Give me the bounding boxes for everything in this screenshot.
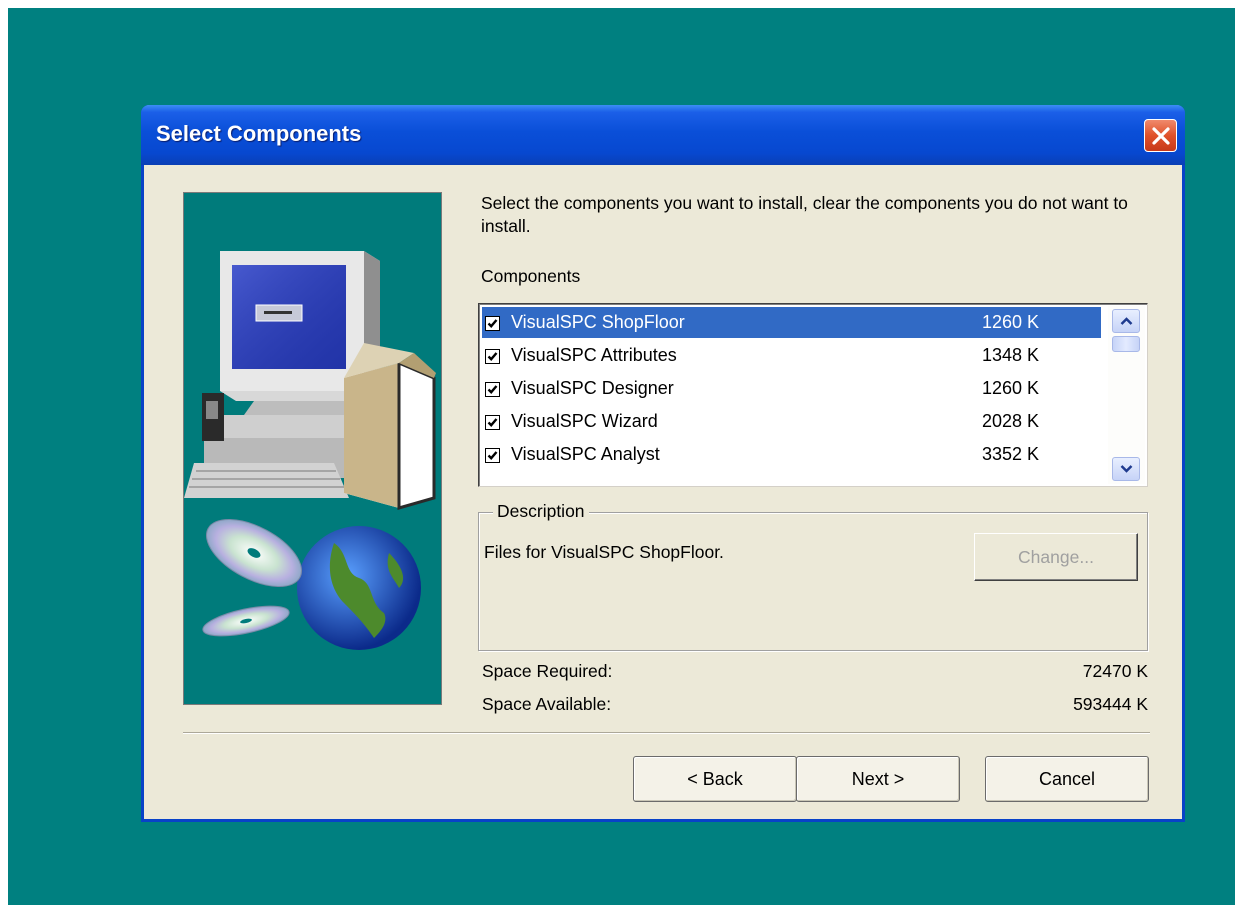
checkbox-check-icon — [487, 319, 498, 328]
close-icon — [1152, 127, 1170, 145]
checkbox-check-icon — [487, 385, 498, 394]
back-button[interactable]: < Back — [633, 756, 797, 802]
component-size: 1260 K — [982, 312, 1040, 332]
component-name: VisualSPC Wizard — [511, 411, 658, 431]
title-bar[interactable]: Select Components — [141, 105, 1185, 165]
description-label: Description — [493, 501, 589, 522]
next-button[interactable]: Next > — [796, 756, 960, 802]
components-label: Components — [481, 266, 581, 286]
component-name: VisualSPC Attributes — [511, 345, 677, 365]
scroll-down-button[interactable] — [1112, 457, 1140, 481]
change-button[interactable]: Change... — [974, 533, 1138, 581]
component-checkbox[interactable] — [485, 448, 500, 463]
installer-illustration — [183, 192, 442, 705]
component-name: VisualSPC Analyst — [511, 444, 660, 464]
component-row[interactable]: VisualSPC Attributes 1348 K — [482, 340, 1101, 373]
component-name: VisualSPC ShopFloor — [511, 312, 685, 332]
cancel-button[interactable]: Cancel — [985, 756, 1149, 802]
component-size: 1348 K — [982, 345, 1040, 365]
component-row[interactable]: VisualSPC Designer 1260 K — [482, 373, 1101, 406]
instructions-text: Select the components you want to instal… — [481, 193, 1128, 236]
component-size: 2028 K — [982, 411, 1040, 431]
component-size: 3352 K — [982, 444, 1040, 464]
scroll-thumb[interactable] — [1112, 336, 1140, 352]
component-checkbox[interactable] — [485, 415, 500, 430]
checkbox-check-icon — [487, 451, 498, 460]
desktop: Select Components Select the components … — [8, 8, 1235, 905]
component-checkbox[interactable] — [485, 316, 500, 331]
close-button[interactable] — [1144, 119, 1177, 152]
checkbox-check-icon — [487, 418, 498, 427]
component-row[interactable]: VisualSPC Analyst 3352 K — [482, 439, 1101, 472]
description-text: Files for VisualSPC ShopFloor. — [484, 542, 724, 562]
space-required-label: Space Required: — [482, 661, 613, 681]
component-name: VisualSPC Designer — [511, 378, 674, 398]
vertical-scrollbar[interactable] — [1108, 306, 1145, 484]
scroll-up-icon — [1120, 317, 1133, 325]
software-box-illustration — [344, 343, 436, 510]
space-required-value: 72470 K — [1082, 661, 1148, 681]
components-listbox[interactable]: VisualSPC ShopFloor 1260 K VisualSPC Attri… — [478, 303, 1148, 487]
component-size: 1260 K — [982, 378, 1040, 398]
component-checkbox[interactable] — [485, 382, 500, 397]
space-available-label: Space Available: — [482, 694, 612, 714]
space-available-value: 593444 K — [1073, 694, 1148, 714]
scroll-down-icon — [1120, 465, 1133, 473]
checkbox-check-icon — [487, 352, 498, 361]
window-title: Select Components — [156, 121, 362, 146]
component-row[interactable]: VisualSPC ShopFloor 1260 K — [482, 307, 1101, 340]
component-row[interactable]: VisualSPC Wizard 2028 K — [482, 406, 1101, 439]
select-components-dialog: Select Components Select the components … — [141, 105, 1185, 822]
separator — [183, 732, 1150, 734]
component-checkbox[interactable] — [485, 349, 500, 364]
scroll-up-button[interactable] — [1112, 309, 1140, 333]
description-group: Description Files for VisualSPC ShopFloo… — [478, 501, 1148, 651]
